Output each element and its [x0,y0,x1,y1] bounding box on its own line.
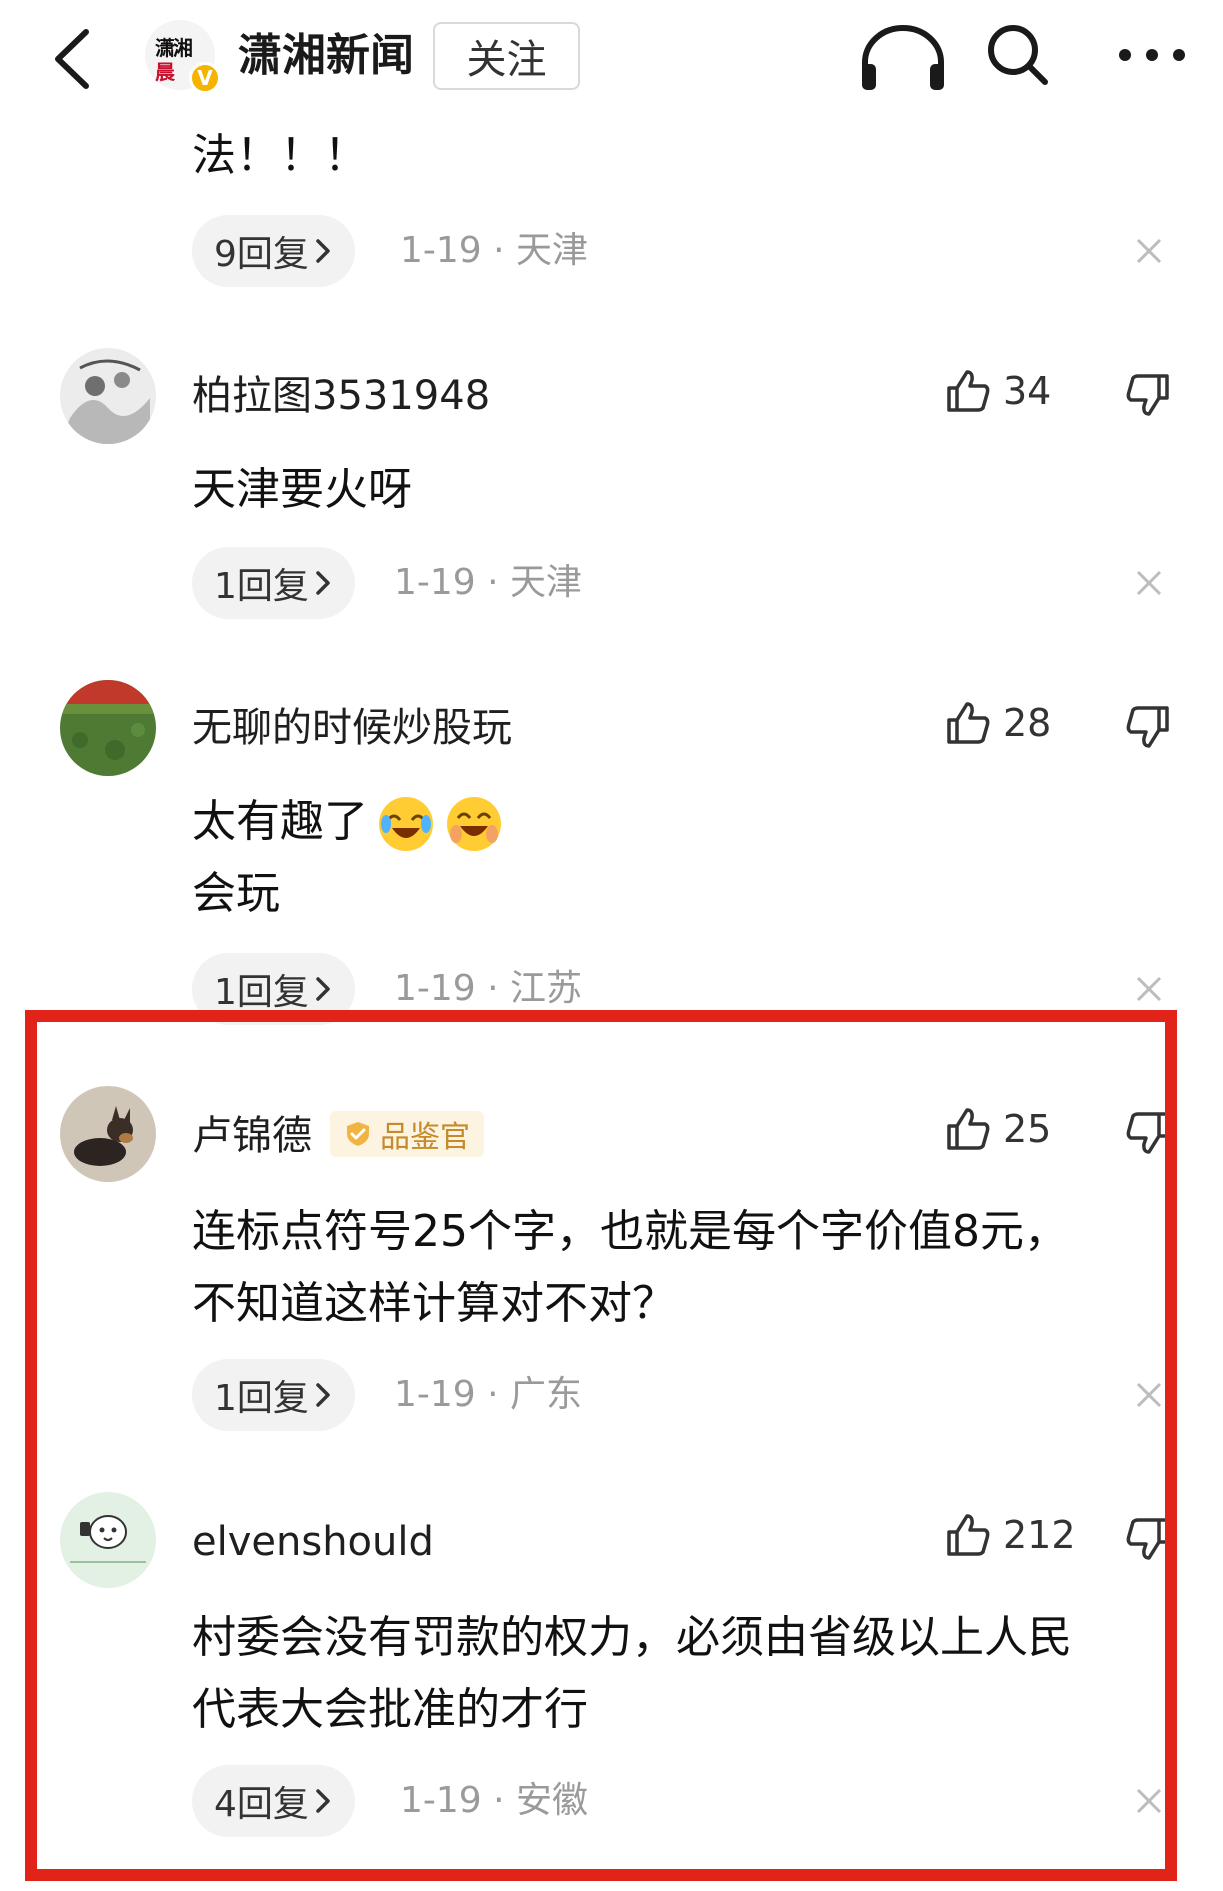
comment-username[interactable]: 卢锦德 [192,1116,312,1156]
dismiss-button[interactable] [1135,237,1163,269]
comment-location: 天津 [516,230,589,271]
comment-location: 天津 [510,562,583,603]
comment-username[interactable]: 无聊的时候炒股玩 [192,708,512,748]
search-icon [988,25,1048,85]
comment-date: 1-19 [394,968,476,1009]
dislike-button[interactable] [1125,704,1171,754]
comment-date: 1-19 [394,562,476,603]
dismiss-button[interactable] [1135,1787,1163,1819]
comment-text: 太有趣了 [192,786,504,858]
like-button[interactable]: 28 [945,700,1051,746]
like-count: 25 [1003,1107,1052,1151]
comment-text-line: 连标点符号25个字，也就是每个字价值8元， [192,1206,1068,1257]
comment-meta: 1-19 · 天津 [394,562,583,603]
thumbs-down-icon [1126,1112,1169,1154]
thumbs-down-icon [1126,706,1169,748]
like-button[interactable]: 25 [945,1106,1051,1152]
grass-field-avatar-icon [60,680,156,776]
dismiss-button[interactable] [1135,1381,1163,1413]
thumbs-down-icon [1126,1518,1169,1560]
dog-photo-avatar-icon [60,1086,156,1182]
like-count: 34 [1003,369,1052,413]
comment-location: 安徽 [516,1780,589,1821]
dislike-button[interactable] [1125,372,1171,422]
user-badge-label: 品鉴官 [380,1120,470,1155]
shield-check-icon [347,1122,369,1146]
comment-meta: 1-19 · 广东 [394,1374,583,1415]
avatar[interactable] [60,1492,156,1588]
close-icon [1136,570,1162,596]
chevron-right-icon [316,1383,330,1407]
comment-date: 1-19 [400,230,482,271]
reply-count-label: 4回复 [214,1784,309,1825]
chevron-right-icon [316,571,330,595]
comment-date: 1-19 [394,1374,476,1415]
avatar[interactable] [60,1086,156,1182]
reply-count-label: 9回复 [214,234,309,275]
back-chevron-icon [55,29,89,89]
close-icon [1136,976,1162,1002]
thumbs-up-icon [947,1108,990,1150]
thumbs-up-icon [947,702,990,744]
dislike-button[interactable] [1125,1516,1171,1566]
comment-location: 江苏 [510,968,583,1009]
like-count: 212 [1003,1513,1076,1557]
laughing-crying-emoji-icon [447,797,501,851]
avatar[interactable] [60,348,156,444]
like-button[interactable]: 34 [945,368,1051,414]
comment-username[interactable]: elvenshould [192,1522,434,1562]
reply-count-button[interactable]: 1回复 [192,953,355,1025]
comment-username[interactable]: 柏拉图3531948 [192,376,490,416]
comment-text-line: 代表大会批准的才行 [192,1684,588,1735]
user-badge: 品鉴官 [330,1111,484,1157]
dislike-button[interactable] [1125,1110,1171,1160]
comment-meta: 1-19 · 天津 [400,230,589,271]
avatar[interactable] [60,680,156,776]
comment-date: 1-19 [400,1780,482,1821]
comment-text-line: 会玩 [192,868,280,919]
account-avatar[interactable]: 潇湘 晨 V [145,20,221,94]
comment-text-line: 太有趣了 [192,796,368,847]
ink-painting-avatar-icon [60,348,156,444]
back-button[interactable] [48,26,98,92]
comment-text: 法！！！ [192,130,368,181]
comment-text-line: 村委会没有罚款的权力，必须由省级以上人民 [192,1612,1072,1663]
logo-text-secondary: 晨 [155,60,175,84]
reply-count-label: 1回复 [214,1378,309,1419]
more-icon [1119,49,1185,61]
like-button[interactable]: 212 [945,1512,1076,1558]
laughing-crying-emoji-icon [379,797,433,851]
account-name[interactable]: 潇湘新闻 [238,34,414,78]
comment-meta: 1-19 · 安徽 [400,1780,589,1821]
search-button[interactable] [985,22,1051,88]
reply-count-button[interactable]: 1回复 [192,547,355,619]
headphones-icon [862,25,944,90]
reply-count-button[interactable]: 4回复 [192,1765,355,1837]
dismiss-button[interactable] [1135,569,1163,601]
thumbs-up-icon [947,370,990,412]
reply-count-button[interactable]: 9回复 [192,215,355,287]
verified-badge-icon: V [189,62,221,94]
chevron-right-icon [316,1789,330,1813]
dismiss-button[interactable] [1135,975,1163,1007]
close-icon [1136,1382,1162,1408]
comment-location: 广东 [510,1374,583,1415]
reply-count-label: 1回复 [214,972,309,1013]
reply-count-label: 1回复 [214,566,309,607]
comment-meta: 1-19 · 江苏 [394,968,583,1009]
thumbs-down-icon [1126,374,1169,416]
close-icon [1136,1788,1162,1814]
reply-count-button[interactable]: 1回复 [192,1359,355,1431]
chevron-right-icon [316,239,330,263]
close-icon [1136,238,1162,264]
thumbs-up-icon [947,1514,990,1556]
like-count: 28 [1003,701,1052,745]
chevron-right-icon [316,977,330,1001]
follow-button[interactable]: 关注 [433,22,580,90]
comment-text-line: 不知道这样计算对不对？ [192,1278,676,1329]
comment-text: 天津要火呀 [192,464,412,515]
more-button[interactable] [1117,40,1187,70]
listen-button[interactable] [855,22,951,92]
cartoon-avatar-icon [60,1492,156,1588]
